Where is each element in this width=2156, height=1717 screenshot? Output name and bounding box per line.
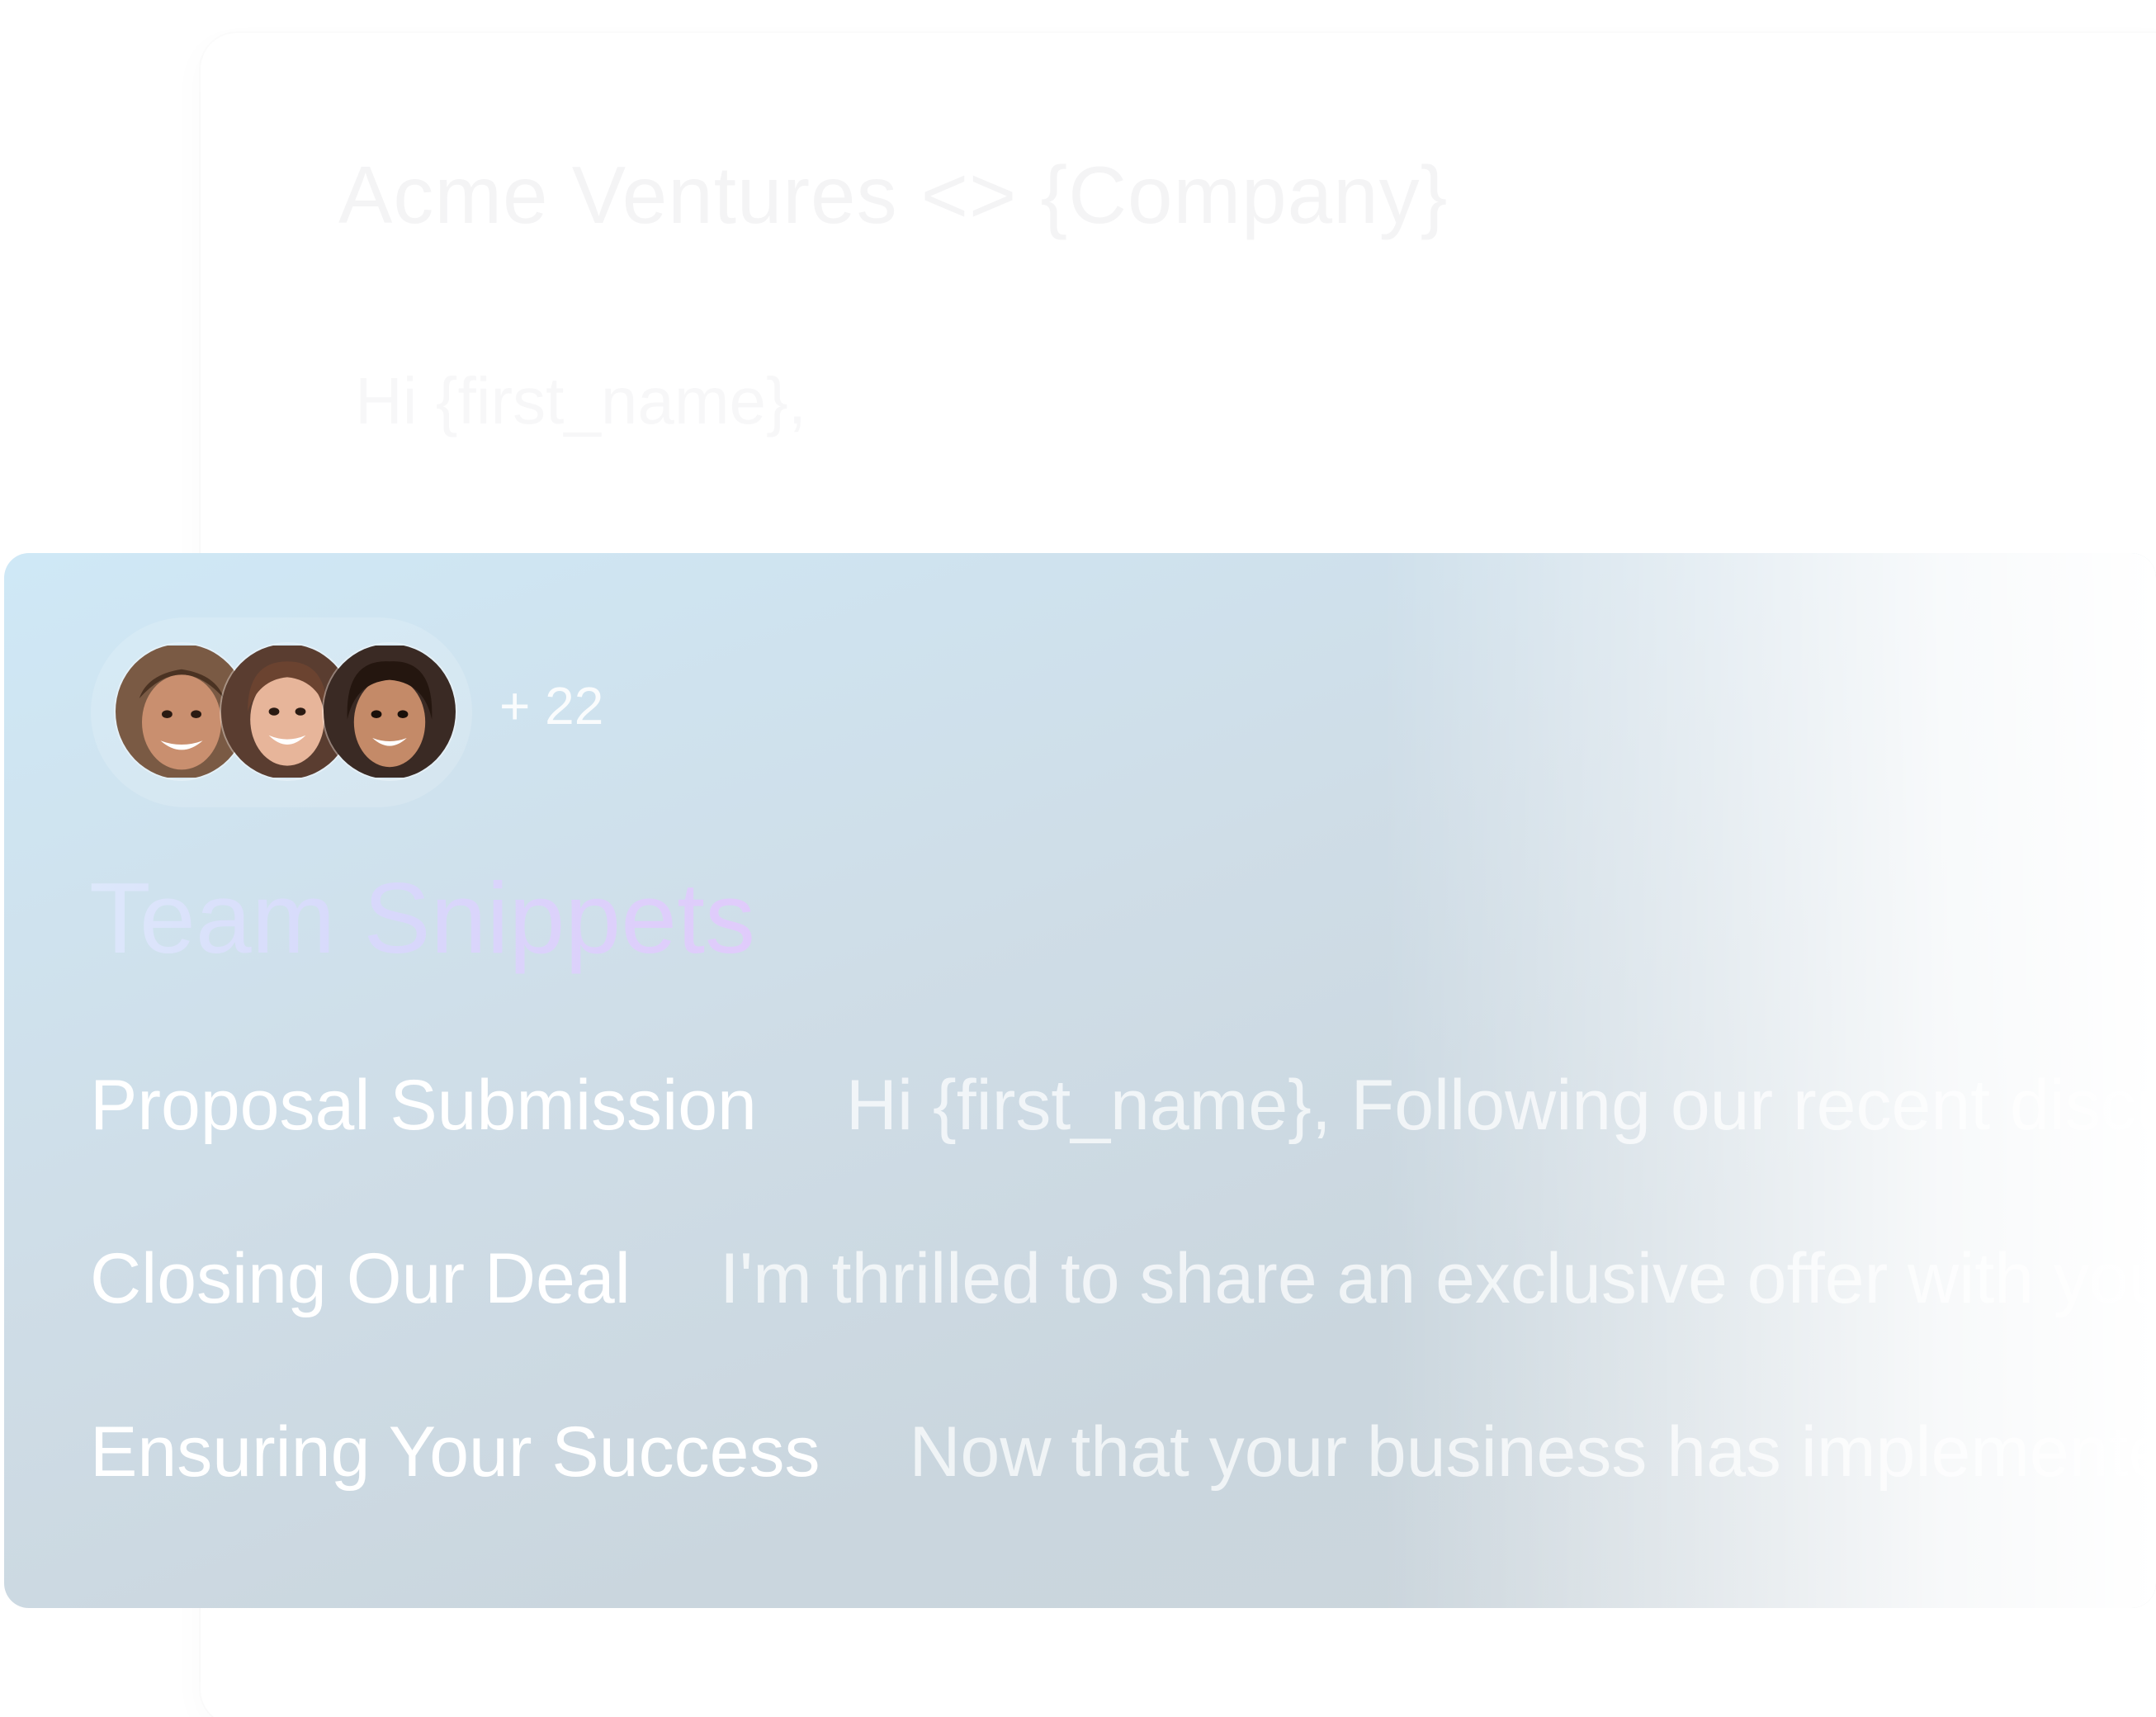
snippet-name: Closing Our Deal xyxy=(90,1239,631,1318)
snippet-preview: Now that your business has implemented xyxy=(909,1412,2156,1492)
team-snippets-panel: + 22 Team Snippets Proposal Submission Hi… xyxy=(4,553,2156,1608)
snippet-item[interactable]: Proposal Submission Hi {first_name}, Foll… xyxy=(90,1065,2156,1147)
email-preview-line: Hi {first_name}, xyxy=(355,363,806,439)
snippet-item[interactable]: Ensuring Your Success Now that your busin… xyxy=(90,1412,2156,1493)
snippet-name: Ensuring Your Success xyxy=(90,1412,820,1492)
snippet-name: Proposal Submission xyxy=(90,1066,757,1145)
avatar xyxy=(322,642,457,781)
snippet-item[interactable]: Closing Our Deal I'm thrilled to share an… xyxy=(90,1238,2156,1320)
snippet-preview: I'm thrilled to share an exclusive offer… xyxy=(719,1239,2156,1318)
panel-title: Team Snippets xyxy=(89,862,755,974)
team-avatar-group[interactable] xyxy=(91,617,472,807)
avatar-woman-icon xyxy=(324,646,456,778)
snippet-preview: Hi {first_name}, Following our recent di… xyxy=(845,1066,2156,1145)
email-subject: Acme Ventures <> {Company} xyxy=(338,149,1449,240)
team-members-count: + 22 xyxy=(499,676,604,736)
